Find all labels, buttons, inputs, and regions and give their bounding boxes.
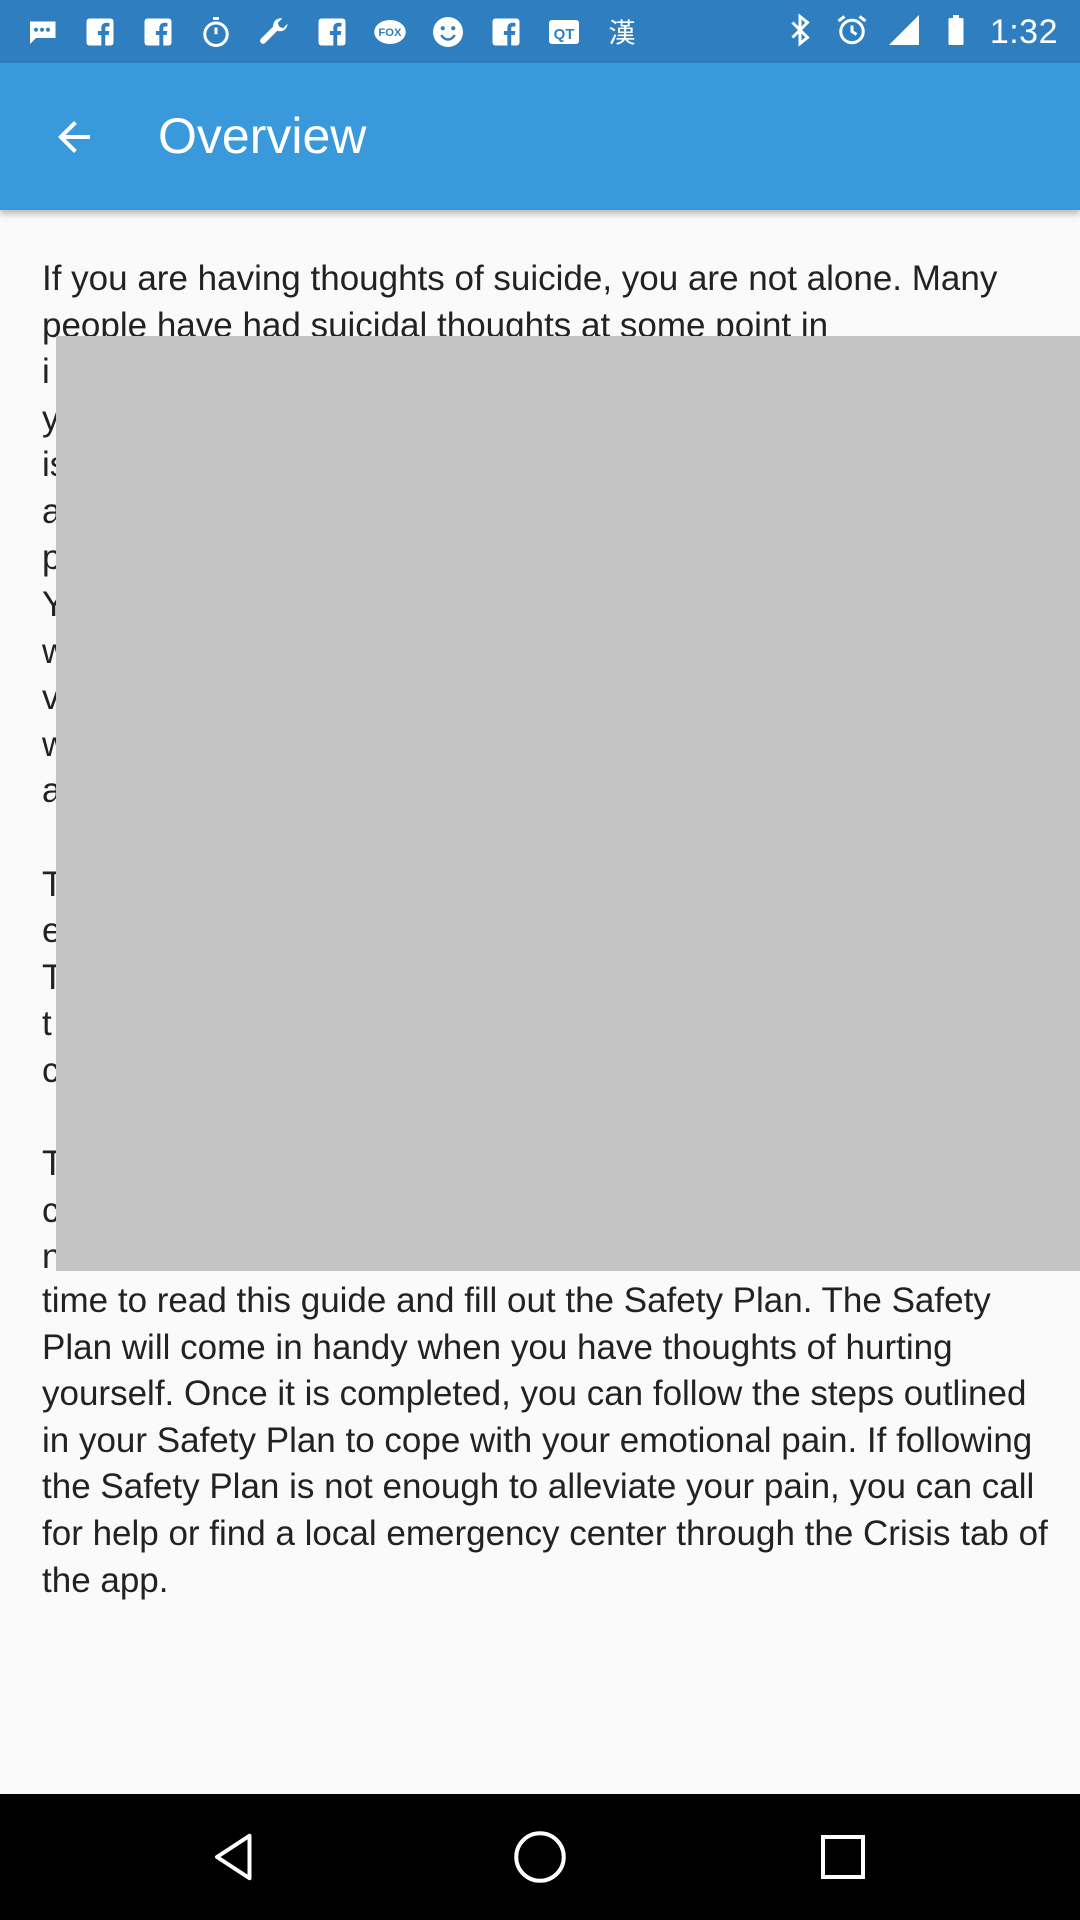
svg-text:漢: 漢 xyxy=(609,19,636,50)
nav-back-button[interactable] xyxy=(202,1822,272,1892)
recents-square-icon xyxy=(821,1835,865,1879)
qt-icon: QT xyxy=(544,12,584,52)
navigation-bar xyxy=(0,1794,1080,1920)
system-status-icons: 1:32 xyxy=(782,10,1058,54)
notification-icons: FOX QT 漢 xyxy=(22,10,642,54)
page-title: Overview xyxy=(158,108,367,164)
svg-text:QT: QT xyxy=(554,26,575,43)
nav-recents-button[interactable] xyxy=(808,1822,878,1892)
signal-icon xyxy=(886,12,922,53)
battery-icon xyxy=(938,12,974,53)
smiley-icon xyxy=(428,12,468,52)
alarm-icon xyxy=(834,12,870,53)
status-bar: FOX QT 漢 1:32 xyxy=(0,0,1080,63)
app-bar: Overview xyxy=(0,63,1080,210)
arrow-left-icon xyxy=(58,121,90,153)
back-triangle-icon xyxy=(215,1833,252,1881)
facebook-icon xyxy=(138,12,178,52)
bluetooth-icon xyxy=(782,12,818,53)
svg-text:FOX: FOX xyxy=(378,27,402,39)
loading-overlay xyxy=(56,336,1080,1271)
wrench-icon xyxy=(254,12,294,52)
facebook-icon xyxy=(312,12,352,52)
status-time: 1:32 xyxy=(989,12,1058,51)
stopwatch-icon xyxy=(196,12,236,52)
paragraph-closing: time to read this guide and fill out the… xyxy=(42,1281,1048,1600)
kanji-icon: 漢 xyxy=(602,12,642,52)
facebook-icon xyxy=(80,12,120,52)
back-button[interactable] xyxy=(36,99,112,175)
home-circle-icon xyxy=(514,1831,566,1883)
nav-home-button[interactable] xyxy=(505,1822,575,1892)
facebook-icon xyxy=(486,12,526,52)
chat-icon xyxy=(22,12,62,52)
fox-sports-icon: FOX xyxy=(370,12,410,52)
